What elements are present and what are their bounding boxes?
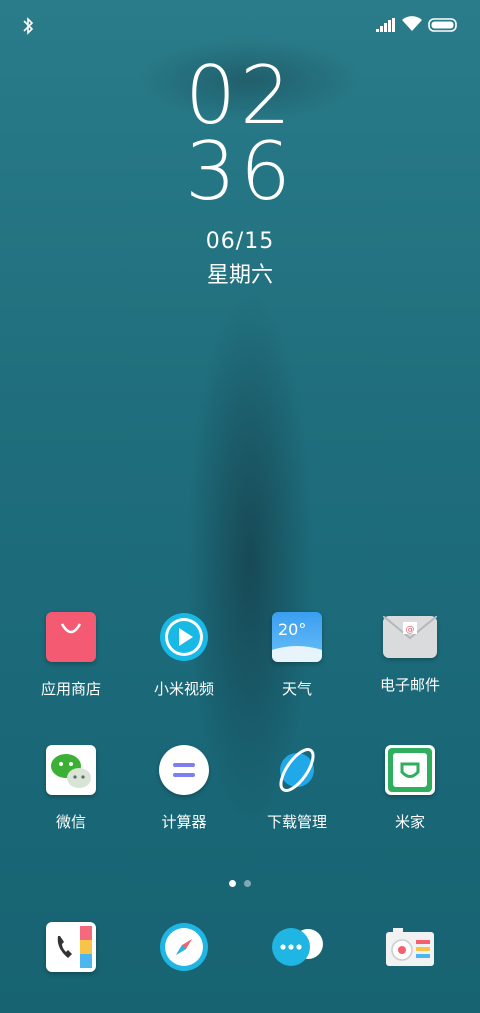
status-bar	[0, 0, 480, 50]
app-download-manager[interactable]: 下载管理	[247, 745, 347, 831]
clock-date: 06/15	[205, 229, 275, 254]
page-dot-1[interactable]	[229, 880, 236, 887]
app-label: 电子邮件	[379, 676, 440, 694]
clock-minutes: 36	[185, 125, 295, 218]
messages-icon	[269, 922, 325, 972]
app-label: 应用商店	[40, 680, 101, 698]
browser-icon	[159, 922, 209, 972]
wechat-icon	[46, 745, 96, 795]
download-icon	[272, 745, 322, 795]
app-label: 天气	[281, 680, 312, 698]
clock-weekday: 星期六	[206, 263, 273, 288]
app-label: 小米视频	[153, 680, 214, 698]
app-label: 计算器	[161, 813, 207, 831]
app-mi-video[interactable]: 小米视频	[134, 612, 234, 698]
app-email[interactable]: @ 电子邮件	[360, 612, 460, 694]
app-label: 米家	[394, 813, 425, 831]
weather-icon: 20°	[272, 612, 322, 662]
signal-icon	[376, 18, 395, 32]
dock-camera[interactable]	[360, 922, 460, 972]
email-icon: @	[382, 615, 438, 658]
wifi-icon	[402, 16, 422, 31]
svg-text:@: @	[406, 625, 415, 635]
app-weather[interactable]: 20° 天气	[247, 612, 347, 698]
app-store-icon	[46, 612, 96, 662]
app-app-store[interactable]: 应用商店	[21, 612, 121, 698]
dock-messages[interactable]	[247, 922, 347, 972]
app-label: 下载管理	[266, 813, 327, 831]
dock-phone[interactable]	[21, 922, 121, 972]
video-icon	[159, 612, 209, 662]
page-dot-2[interactable]	[244, 880, 251, 887]
clock-hours: 02	[185, 49, 295, 142]
calculator-icon	[159, 745, 209, 795]
battery-icon	[428, 18, 457, 32]
lock-clock: 02 36	[0, 49, 480, 218]
mijia-icon	[385, 745, 435, 795]
bluetooth-icon	[23, 17, 34, 35]
dock-browser[interactable]	[134, 922, 234, 972]
app-calculator[interactable]: 计算器	[134, 745, 234, 831]
phone-icon	[46, 922, 96, 972]
camera-icon	[385, 922, 435, 972]
page-indicator	[0, 872, 480, 891]
app-label: 微信	[55, 813, 86, 831]
app-mijia[interactable]: 米家	[360, 745, 460, 831]
app-wechat[interactable]: 微信	[21, 745, 121, 831]
